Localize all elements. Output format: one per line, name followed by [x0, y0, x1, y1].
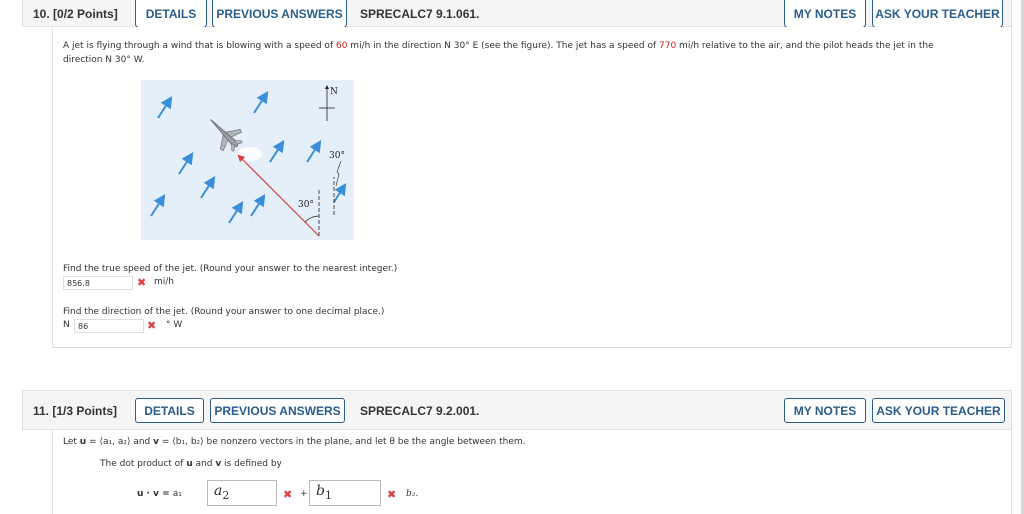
speed-unit: mi/h [154, 277, 175, 287]
ask-your-teacher-button[interactable]: ASK YOUR TEACHER [872, 398, 1005, 423]
wind-arrow [306, 139, 322, 163]
my-notes-button[interactable]: MY NOTES [784, 398, 866, 423]
formula-tail: b₂. [406, 489, 419, 499]
previous-answers-button[interactable]: PREVIOUS ANSWERS [210, 398, 345, 423]
jet-speed-value: 770 [659, 41, 677, 51]
question-body: Let u = ⟨a₁, a₂⟩ and v = ⟨b₁, b₂⟩ be non… [52, 430, 1012, 514]
wind-speed-value: 60 [335, 41, 348, 51]
wind-jet-figure: 30° 30° N [141, 80, 354, 240]
compass-icon: N [319, 85, 338, 121]
question-body: A jet is flying through a wind that is b… [52, 27, 1012, 348]
wind-arrow [200, 175, 216, 199]
direction-unit: ° W [166, 320, 183, 330]
wind-arrow [150, 193, 166, 217]
wind-angle-pointer [335, 160, 342, 187]
angle-label-wind: 30° [329, 151, 345, 161]
dot-product-intro: The dot product of u and v is defined by [100, 459, 282, 469]
formula-lhs: u · v = a₁ [137, 489, 182, 499]
question-number: 10. [0/2 Points] [33, 7, 118, 21]
details-button[interactable]: DETAILS [135, 398, 204, 423]
wind-arrow [250, 193, 266, 217]
problem-code: SPRECALC7 9.2.001. [360, 404, 480, 418]
wind-arrow [269, 139, 285, 163]
question-number: 11. [1/3 Points] [33, 404, 118, 418]
vectors-definition: Let u = ⟨a₁, a₂⟩ and v = ⟨b₁, b₂⟩ be non… [63, 437, 526, 447]
direction-answer-input[interactable]: 86 [74, 319, 144, 333]
wind-arrow [228, 200, 244, 224]
jet-icon [210, 119, 262, 161]
direction-prefix: N [63, 320, 70, 330]
question-header: 10. [0/2 Points] DETAILS PREVIOUS ANSWER… [22, 0, 1012, 28]
question-header: 11. [1/3 Points] DETAILS PREVIOUS ANSWER… [22, 390, 1012, 430]
problem-text-line-2: direction N 30° W. [63, 55, 145, 65]
angle-arc [304, 215, 320, 223]
wind-arrow [178, 151, 194, 175]
wind-arrow [333, 182, 347, 203]
incorrect-icon: ✖ [137, 276, 147, 289]
heading-arrow [237, 154, 320, 237]
previous-answers-button[interactable]: PREVIOUS ANSWERS [212, 0, 347, 28]
part1-question: Find the true speed of the jet. (Round y… [63, 264, 398, 274]
dot-product-input-2[interactable]: b1 [309, 480, 381, 506]
north-label: N [330, 87, 338, 97]
details-button[interactable]: DETAILS [135, 0, 207, 28]
problem-text-line-1: A jet is flying through a wind that is b… [63, 41, 934, 51]
part2-question: Find the direction of the jet. (Round yo… [63, 307, 385, 317]
dot-product-input-1[interactable]: a2 [207, 480, 277, 506]
wind-arrow [157, 95, 173, 119]
figure-svg: 30° 30° N [150, 85, 347, 237]
problem-code: SPRECALC7 9.1.061. [360, 7, 480, 21]
speed-answer-input[interactable]: 856.8 [63, 276, 133, 290]
ask-your-teacher-button[interactable]: ASK YOUR TEACHER [872, 0, 1003, 28]
angle-label-heading: 30° [298, 200, 314, 210]
incorrect-icon: ✖ [283, 488, 293, 501]
plus-sign: + [300, 489, 308, 499]
question-11: 11. [1/3 Points] DETAILS PREVIOUS ANSWER… [22, 390, 1012, 514]
my-notes-button[interactable]: MY NOTES [784, 0, 866, 28]
webassign-page: 10. [0/2 Points] DETAILS PREVIOUS ANSWER… [0, 0, 1024, 514]
incorrect-icon: ✖ [147, 319, 157, 332]
question-10: 10. [0/2 Points] DETAILS PREVIOUS ANSWER… [22, 0, 1012, 348]
wind-arrow [253, 90, 269, 114]
incorrect-icon: ✖ [387, 488, 397, 501]
